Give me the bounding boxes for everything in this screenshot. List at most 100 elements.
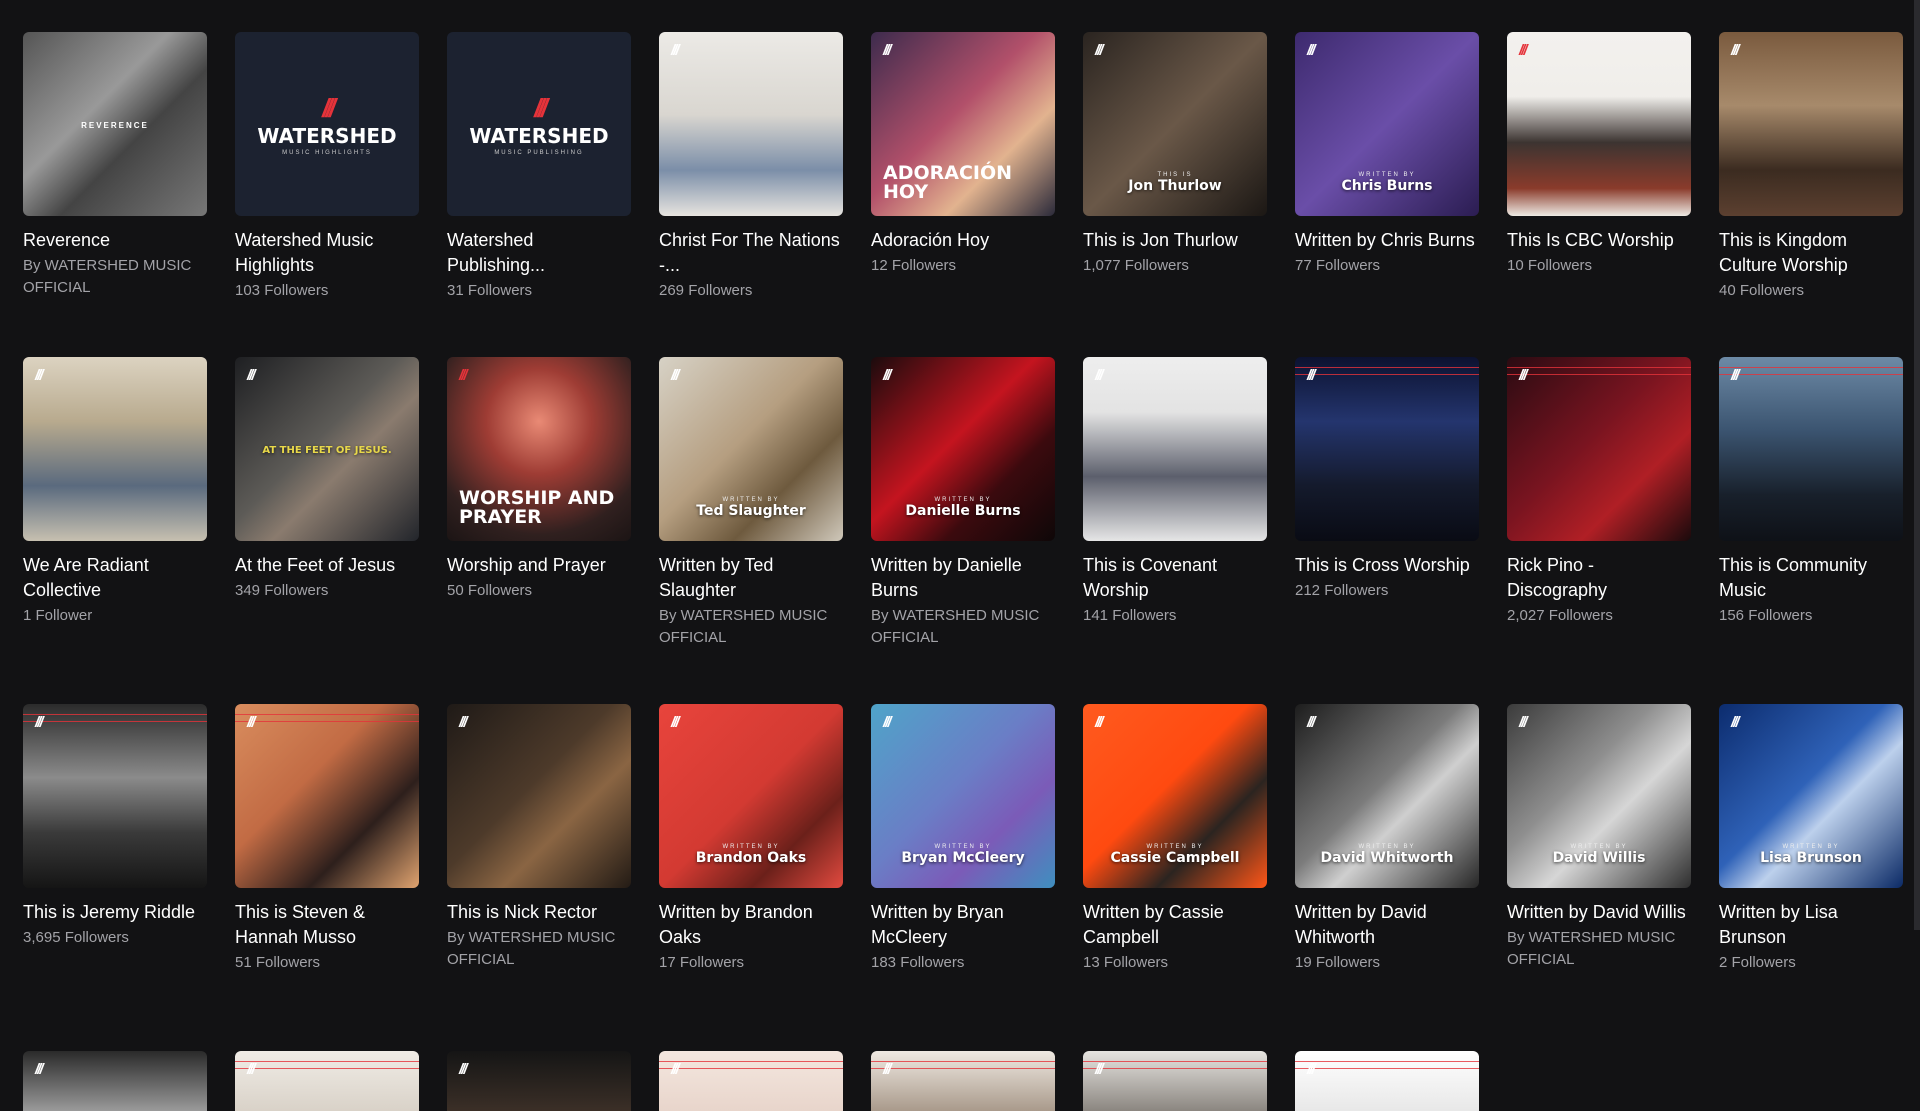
playlist-title[interactable]: Written by Ted Slaughter [659, 553, 843, 603]
playlist-cover-image[interactable]: ///WRITTEN BY Bryan McCleery [871, 704, 1055, 888]
playlist-title[interactable]: Adoración Hoy [871, 228, 1055, 253]
playlist-cover-image[interactable]: ///WRITTEN BY David Willis [1507, 704, 1691, 888]
playlist-cover-image[interactable]: ///THIS IS Jon Thurlow [1083, 32, 1267, 216]
playlist-card[interactable]: /// This is Community Music 156 Followers [1719, 357, 1903, 704]
playlist-cover-image[interactable]: ///WATERSHED MUSIC PUBLISHING [447, 32, 631, 216]
playlist-card[interactable]: /// Rick Pino - Discography 2,027 Follower… [1507, 357, 1691, 704]
playlist-card[interactable]: /// [23, 1051, 207, 1111]
playlist-cover-image[interactable]: /// [659, 32, 843, 216]
playlist-card[interactable]: ///WRITTEN BY David Whitworth Written by D… [1295, 704, 1479, 1051]
playlist-card[interactable]: ///WATERSHED MUSIC HIGHLIGHTS Watershed Mu… [235, 32, 419, 357]
playlist-cover-image[interactable]: /// [1719, 357, 1903, 541]
scrollbar[interactable] [1914, 0, 1920, 930]
playlist-cover-image[interactable]: /// [1295, 1051, 1479, 1111]
playlist-cover-image[interactable]: /// [1083, 357, 1267, 541]
playlist-card[interactable]: /// [659, 1051, 843, 1111]
playlist-title[interactable]: This is Steven & Hannah Musso [235, 900, 419, 950]
playlist-cover-image[interactable]: /// AT THE FEET OF JESUS. [235, 357, 419, 541]
playlist-title[interactable]: This is Kingdom Culture Worship [1719, 228, 1903, 278]
playlist-cover-image[interactable]: /// [1719, 32, 1903, 216]
playlist-title[interactable]: Reverence [23, 228, 207, 253]
playlist-cover-image[interactable]: /// [1507, 32, 1691, 216]
playlist-card[interactable]: /// This is Jeremy Riddle 3,695 Followers [23, 704, 207, 1051]
playlist-title[interactable]: We Are Radiant Collective [23, 553, 207, 603]
playlist-cover-image[interactable]: /// [23, 357, 207, 541]
cover-logo-subtext: MUSIC PUBLISHING [494, 149, 584, 156]
playlist-cover-image[interactable]: /// [1295, 357, 1479, 541]
playlist-title[interactable]: This is Jeremy Riddle [23, 900, 207, 925]
playlist-title[interactable]: Written by Brandon Oaks [659, 900, 843, 950]
watershed-mark-icon: /// [1095, 42, 1103, 59]
playlist-card[interactable]: /// [1295, 1051, 1479, 1111]
playlist-title[interactable]: Worship and Prayer [447, 553, 631, 578]
playlist-card[interactable]: /// ADORACIÓN HOY Adoración Hoy 12 Follower… [871, 32, 1055, 357]
playlist-title[interactable]: At the Feet of Jesus [235, 553, 419, 578]
playlist-title[interactable]: Watershed Publishing... [447, 228, 631, 278]
playlist-title[interactable]: Written by Chris Burns [1295, 228, 1479, 253]
playlist-card[interactable]: ///WRITTEN BY Bryan McCleery Written by Br… [871, 704, 1055, 1051]
playlist-cover-image[interactable]: /// [447, 1051, 631, 1111]
playlist-title[interactable]: Watershed Music Highlights [235, 228, 419, 278]
playlist-card[interactable]: ///WRITTEN BY Lisa Brunson Written by Lisa… [1719, 704, 1903, 1051]
playlist-cover-image[interactable]: ///WATERSHED MUSIC HIGHLIGHTS [235, 32, 419, 216]
playlist-cover-image[interactable]: /// [23, 1051, 207, 1111]
playlist-cover-image[interactable]: ///WRITTEN BY Cassie Campbell [1083, 704, 1267, 888]
playlist-cover-image[interactable]: /// [447, 704, 631, 888]
playlist-card[interactable]: ///WRITTEN BY Danielle Burns Written by Da… [871, 357, 1055, 704]
playlist-title[interactable]: This is Cross Worship [1295, 553, 1479, 578]
playlist-cover-image[interactable]: ///WRITTEN BY Danielle Burns [871, 357, 1055, 541]
playlist-cover-image[interactable]: ///WRITTEN BY Brandon Oaks [659, 704, 843, 888]
playlist-cover-image[interactable]: REVERENCE [23, 32, 207, 216]
playlist-title[interactable]: Written by Bryan McCleery [871, 900, 1055, 950]
playlist-title[interactable]: Written by David Willis [1507, 900, 1691, 925]
playlist-title[interactable]: Christ For The Nations -... [659, 228, 843, 278]
playlist-cover-image[interactable]: /// ADORACIÓN HOY [871, 32, 1055, 216]
playlist-cover-image[interactable]: ///WRITTEN BY David Whitworth [1295, 704, 1479, 888]
playlist-card[interactable]: /// Christ For The Nations -... 269 Follow… [659, 32, 843, 357]
playlist-cover-image[interactable]: /// [1507, 357, 1691, 541]
playlist-title[interactable]: Written by Lisa Brunson [1719, 900, 1903, 950]
playlist-cover-image[interactable]: /// [235, 1051, 419, 1111]
playlist-cover-image[interactable]: ///WRITTEN BY Ted Slaughter [659, 357, 843, 541]
playlist-cover-image[interactable]: /// [871, 1051, 1055, 1111]
playlist-card[interactable]: /// [447, 1051, 631, 1111]
cover-stripe [1719, 367, 1903, 375]
playlist-card[interactable]: ///WATERSHED MUSIC PUBLISHING Watershed Pu… [447, 32, 631, 357]
playlist-card[interactable]: ///WRITTEN BY Brandon Oaks Written by Bran… [659, 704, 843, 1051]
playlist-card[interactable]: REVERENCE Reverence By WATERSHED MUSIC OFF… [23, 32, 207, 357]
playlist-card[interactable]: /// [1083, 1051, 1267, 1111]
playlist-title[interactable]: This Is CBC Worship [1507, 228, 1691, 253]
playlist-card[interactable]: /// We Are Radiant Collective 1 Follower [23, 357, 207, 704]
playlist-card[interactable]: /// [871, 1051, 1055, 1111]
playlist-cover-image[interactable]: /// [1083, 1051, 1267, 1111]
playlist-cover-image[interactable]: /// [235, 704, 419, 888]
playlist-title[interactable]: Rick Pino - Discography [1507, 553, 1691, 603]
playlist-card[interactable]: /// WORSHIP AND PRAYER Worship and Prayer 5… [447, 357, 631, 704]
playlist-card[interactable]: ///WRITTEN BY Cassie Campbell Written by C… [1083, 704, 1267, 1051]
playlist-card[interactable]: /// AT THE FEET OF JESUS. At the Feet of J… [235, 357, 419, 704]
playlist-card[interactable]: /// This is Covenant Worship 141 Followers [1083, 357, 1267, 704]
playlist-title[interactable]: Written by David Whitworth [1295, 900, 1479, 950]
playlist-card[interactable]: ///WRITTEN BY Ted Slaughter Written by Ted… [659, 357, 843, 704]
playlist-cover-image[interactable]: ///WRITTEN BY Chris Burns [1295, 32, 1479, 216]
playlist-card[interactable]: /// This Is CBC Worship 10 Followers [1507, 32, 1691, 357]
playlist-cover-image[interactable]: /// [659, 1051, 843, 1111]
playlist-card[interactable]: ///THIS IS Jon Thurlow This is Jon Thurlow… [1083, 32, 1267, 357]
playlist-cover-image[interactable]: ///WRITTEN BY Lisa Brunson [1719, 704, 1903, 888]
playlist-cover-image[interactable]: /// WORSHIP AND PRAYER [447, 357, 631, 541]
playlist-card[interactable]: ///WRITTEN BY Chris Burns Written by Chris… [1295, 32, 1479, 357]
playlist-card[interactable]: /// This is Cross Worship 212 Followers [1295, 357, 1479, 704]
playlist-title[interactable]: This is Community Music [1719, 553, 1903, 603]
playlist-subtitle: By WATERSHED MUSIC OFFICIAL [659, 607, 828, 646]
playlist-title[interactable]: This is Jon Thurlow [1083, 228, 1267, 253]
playlist-title[interactable]: Written by Danielle Burns [871, 553, 1055, 603]
playlist-card[interactable]: /// This is Steven & Hannah Musso 51 Follo… [235, 704, 419, 1051]
playlist-card[interactable]: /// This is Nick Rector By WATERSHED MUSIC… [447, 704, 631, 1051]
playlist-title[interactable]: This is Covenant Worship [1083, 553, 1267, 603]
playlist-card[interactable]: /// This is Kingdom Culture Worship 40 Fol… [1719, 32, 1903, 357]
playlist-title[interactable]: Written by Cassie Campbell [1083, 900, 1267, 950]
playlist-card[interactable]: ///WRITTEN BY David Willis Written by Davi… [1507, 704, 1691, 1051]
playlist-card[interactable]: /// [235, 1051, 419, 1111]
playlist-title[interactable]: This is Nick Rector [447, 900, 631, 925]
playlist-cover-image[interactable]: /// [23, 704, 207, 888]
